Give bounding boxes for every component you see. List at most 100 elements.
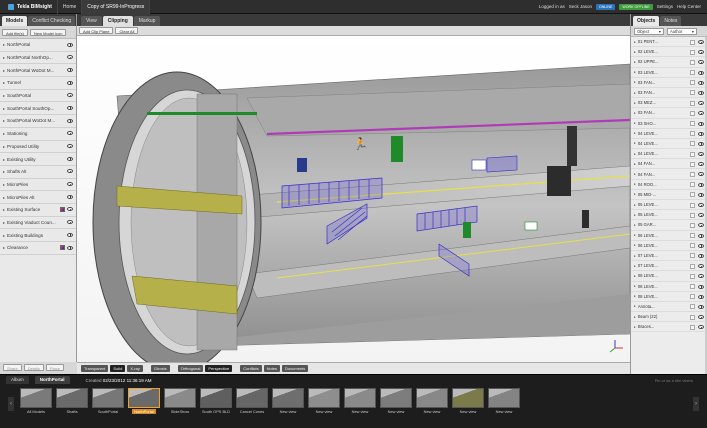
documents-button[interactable]: Documents [282,365,309,372]
expand-triangle-icon[interactable]: ▸ [634,192,636,196]
visibility-eye-icon[interactable] [67,182,73,187]
expand-triangle-icon[interactable]: ▸ [634,284,636,288]
album-thumbnail[interactable]: NorthPortal [128,388,160,414]
expand-triangle-icon[interactable]: ▸ [634,315,636,319]
tab-objects[interactable]: Objects [633,16,660,26]
object-item[interactable]: ▸ 05 LEVE... [631,200,707,211]
visibility-eye-icon[interactable] [698,80,704,85]
color-swatch-icon[interactable] [690,110,695,116]
settings-link[interactable]: Settings [657,4,673,9]
color-swatch-icon[interactable] [690,39,695,45]
model-item[interactable]: ▸ Existing Buildings [0,229,76,242]
color-swatch-icon[interactable] [690,273,695,279]
model-item[interactable]: ▸ MicroPiles [0,179,76,192]
expand-triangle-icon[interactable]: ▸ [3,144,5,149]
model-item[interactable]: ▸ Existing Viaduct Coun... [0,217,76,230]
visibility-eye-icon[interactable] [698,243,704,248]
visibility-eye-icon[interactable] [698,101,704,106]
album-thumbnail[interactable]: New view [308,388,340,414]
visibility-eye-icon[interactable] [67,207,73,212]
expand-triangle-icon[interactable]: ▸ [634,274,636,278]
visibility-eye-icon[interactable] [698,253,704,258]
expand-triangle-icon[interactable]: ▸ [634,294,636,298]
orthogonal-button[interactable]: Orthogonal [177,365,204,372]
object-dropdown[interactable]: Object ▾ [634,28,664,35]
album-thumbnail[interactable]: Shafts [56,388,88,414]
color-swatch-icon[interactable] [690,192,695,198]
color-swatch-icon[interactable] [690,121,695,126]
expand-triangle-icon[interactable]: ▸ [3,182,5,187]
color-swatch-icon[interactable] [690,49,695,55]
album-thumbnail[interactable]: New view [380,388,412,414]
expand-triangle-icon[interactable]: ▸ [634,172,636,176]
visibility-eye-icon[interactable] [67,105,73,110]
visibility-eye-icon[interactable] [698,172,704,177]
visibility-eye-icon[interactable] [698,294,704,299]
expand-triangle-icon[interactable]: ▸ [634,60,636,64]
expand-triangle-icon[interactable]: ▸ [3,245,5,250]
color-swatch-icon[interactable] [690,202,695,208]
place-button[interactable]: Place [45,364,64,371]
model-item[interactable]: ▸ Tunnel [0,77,76,90]
object-item[interactable]: ▸ 04 LEVE... [631,149,707,160]
color-swatch-icon[interactable] [60,245,65,250]
author-dropdown[interactable]: Author ▾ [667,28,697,35]
tab-view[interactable]: View [81,16,102,26]
object-item[interactable]: ▸ 02 LEVE... [631,47,707,58]
color-swatch-icon[interactable] [690,233,695,239]
album-thumbnail[interactable]: New view [272,388,304,414]
expand-triangle-icon[interactable]: ▸ [634,304,636,308]
color-swatch-icon[interactable] [690,324,695,330]
object-item[interactable]: ▸ 04 FAN... [631,169,707,180]
expand-triangle-icon[interactable]: ▸ [634,152,636,156]
object-item[interactable]: ▸ 04 LEVE... [631,129,707,139]
model-item[interactable]: ▸ NorthPortal [0,39,76,52]
share-button[interactable]: Share [3,364,22,371]
xray-button[interactable]: X-ray [127,365,143,372]
visibility-eye-icon[interactable] [698,284,704,289]
model-item[interactable]: ▸ NorthPortal WoDot M... [0,64,76,78]
model-item[interactable]: ▸ Proposed Utility [0,141,76,154]
expand-triangle-icon[interactable]: ▸ [634,264,636,268]
object-item[interactable]: ▸ 03 FAN... [631,78,707,88]
model-item[interactable]: ▸ Shafts Alt [0,166,76,179]
expand-triangle-icon[interactable]: ▸ [3,169,5,174]
album-thumbnail[interactable]: SlideShow [164,388,196,414]
expand-triangle-icon[interactable]: ▸ [3,157,5,162]
visibility-eye-icon[interactable] [67,245,73,250]
album-tab-northportal[interactable]: NorthPortal [34,376,70,384]
album-thumbnail[interactable]: New view [452,388,484,414]
visibility-eye-icon[interactable] [698,60,704,65]
visibility-eye-icon[interactable] [698,274,704,279]
visibility-eye-icon[interactable] [67,169,73,174]
color-swatch-icon[interactable] [690,304,695,310]
expand-triangle-icon[interactable]: ▸ [634,233,636,237]
expand-triangle-icon[interactable]: ▸ [634,243,636,247]
visibility-eye-icon[interactable] [698,121,704,126]
visibility-eye-icon[interactable] [698,223,704,228]
color-swatch-icon[interactable] [690,80,695,86]
expand-triangle-icon[interactable]: ▸ [634,91,636,95]
tab-clipping[interactable]: Clipping [102,16,133,26]
3d-viewport[interactable]: 🏃 [77,36,630,362]
object-item[interactable]: ▸ 04 FAN... [631,159,707,170]
album-label[interactable]: Album [6,376,29,384]
visibility-eye-icon[interactable] [67,220,73,225]
expand-triangle-icon[interactable]: ▸ [3,220,5,225]
visibility-eye-icon[interactable] [67,118,73,123]
expand-triangle-icon[interactable]: ▸ [634,325,636,329]
tab-models[interactable]: Models [2,16,28,26]
color-swatch-icon[interactable] [690,100,695,106]
object-item[interactable]: ▸ 06 LEVE... [631,241,707,251]
tab-home[interactable]: Home [58,0,83,14]
expand-triangle-icon[interactable]: ▸ [634,131,636,135]
visibility-eye-icon[interactable] [698,203,704,207]
expand-triangle-icon[interactable]: ▸ [634,254,636,258]
object-item[interactable]: ▸ Braces... [631,322,707,333]
object-item[interactable]: ▸ 03 MEZ... [631,98,707,109]
album-prev-button[interactable]: ‹ [8,397,14,411]
object-item[interactable]: ▸ Beam (22) [631,312,707,323]
visibility-eye-icon[interactable] [698,182,704,187]
object-item[interactable]: ▸ 08 LEVE... [631,271,707,282]
expand-triangle-icon[interactable]: ▸ [3,55,5,60]
